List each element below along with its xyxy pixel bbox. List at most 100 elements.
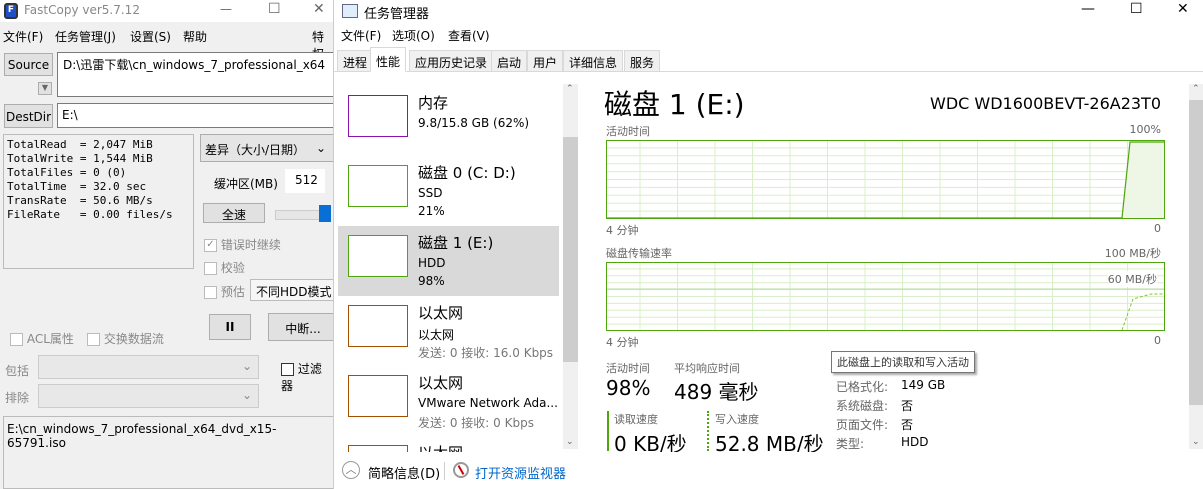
streams-checkbox[interactable]: 交换数据流: [87, 330, 164, 347]
list-scrollbar[interactable]: ⌃ ⌄: [563, 84, 578, 449]
menu-options[interactable]: 选项(O): [392, 27, 435, 44]
menu-file[interactable]: 文件(F): [3, 28, 43, 45]
disk-properties: 已格式化: 149 GB 系统磁盘: 否页面文件: 否类型: HDD: [836, 378, 996, 454]
resource-item[interactable]: 内存 9.8/15.8 GB (62%): [338, 86, 559, 156]
detail-scrollbar-thumb[interactable]: [1189, 100, 1203, 405]
resource-thumbnail: [348, 95, 408, 137]
resource-list: 内存 9.8/15.8 GB (62%) 磁盘 0 (C: D:) SSD 21…: [334, 72, 579, 452]
acl-checkbox[interactable]: ACL属性: [10, 330, 74, 347]
exclude-input[interactable]: ⌄: [38, 384, 259, 408]
chevron-up-icon[interactable]: ︿: [342, 461, 360, 479]
include-label: 包括: [5, 364, 30, 378]
resource-sub1: 9.8/15.8 GB (62%): [418, 116, 530, 130]
resource-sub2: 发送: 0 接收: 0 Kbps: [418, 416, 534, 430]
resource-item[interactable]: 磁盘 1 (E:) HDD 98%: [338, 226, 559, 296]
resource-name: 磁盘 1 (E:): [418, 234, 494, 252]
property-label: 系统磁盘:: [836, 399, 889, 413]
disk-title: 磁盘 1 (E:): [604, 88, 745, 121]
speed-fullspeed-button[interactable]: 全速: [203, 203, 265, 223]
hdd-mode-select[interactable]: 不同HDD模式: [250, 279, 333, 301]
fewer-details-link[interactable]: 简略信息(D): [368, 463, 440, 482]
detail-scrollbar[interactable]: ⌃ ⌄: [1189, 84, 1203, 449]
resource-monitor-icon: [453, 462, 469, 478]
open-resource-monitor-link[interactable]: 打开资源监视器: [475, 463, 566, 482]
scroll-up-icon[interactable]: ⌃: [566, 84, 574, 94]
chart1-label: 活动时间: [606, 125, 650, 138]
property-value: 149 GB: [901, 378, 946, 392]
write-speed-indicator: [707, 411, 709, 451]
maximize-button[interactable]: ☐: [1130, 1, 1143, 17]
transfer-rate-chart: [606, 262, 1165, 331]
continue-on-error-checkbox[interactable]: ✓ 错误时继续: [204, 236, 281, 253]
resource-item[interactable]: 以太网: [338, 436, 559, 452]
property-value: HDD: [901, 435, 929, 449]
menu-jobs[interactable]: 任务管理(J): [55, 28, 116, 45]
chevron-down-icon: ⌄: [241, 359, 252, 373]
abort-button[interactable]: 中断...: [268, 313, 333, 341]
log-area: E:\cn_windows_7_professional_x64_dvd_x15…: [3, 416, 333, 489]
destdir-input[interactable]: E:\: [57, 103, 333, 128]
source-dropdown-icon[interactable]: ▼: [38, 82, 52, 95]
acl-label: ACL属性: [26, 332, 74, 346]
tab-performance[interactable]: 性能: [370, 47, 407, 72]
property-row: 页面文件: 否: [836, 416, 996, 435]
filter-checkbox[interactable]: 过滤器: [281, 360, 333, 394]
minimize-button[interactable]: —: [1081, 1, 1095, 17]
menu-file[interactable]: 文件(F): [341, 27, 381, 44]
tab-processes[interactable]: 进程: [337, 50, 374, 72]
mode-value: 差异（大小/日期）: [205, 143, 306, 157]
tab-services[interactable]: 服务: [624, 50, 661, 72]
resource-sub2: 21%: [418, 204, 445, 218]
resource-thumbnail: [348, 445, 408, 452]
resource-item[interactable]: 以太网 VMware Network Ada... 发送: 0 接收: 0 Kb…: [338, 366, 559, 436]
tab-app-history[interactable]: 应用历史记录: [409, 50, 494, 72]
active-time-label: 活动时间: [606, 362, 650, 375]
pause-button[interactable]: II: [209, 314, 251, 340]
resource-thumbnail: [348, 235, 408, 277]
minimize-button[interactable]: —: [220, 2, 232, 16]
resource-item[interactable]: 以太网 以太网 发送: 0 接收: 16.0 Kbps: [338, 296, 559, 366]
read-speed-indicator: [607, 411, 609, 451]
source-button[interactable]: Source: [4, 53, 53, 76]
scroll-down-icon[interactable]: ⌄: [1192, 437, 1200, 447]
chart2-max: 100 MB/秒: [1104, 247, 1161, 260]
tab-users[interactable]: 用户: [527, 50, 564, 72]
tab-details[interactable]: 详细信息: [563, 50, 624, 72]
fastcopy-window: F FastCopy ver5.7.12 — ☐ ✕ 文件(F) 任务管理(J)…: [0, 0, 333, 489]
active-time-chart: [606, 140, 1165, 219]
buffer-input[interactable]: 512: [285, 169, 325, 193]
resource-sub1: HDD: [418, 256, 446, 270]
resource-item[interactable]: 磁盘 0 (C: D:) SSD 21%: [338, 156, 559, 226]
resource-name: 以太网: [418, 442, 463, 452]
streams-label: 交换数据流: [103, 332, 164, 346]
menu-help[interactable]: 帮助: [183, 28, 207, 45]
scroll-down-icon[interactable]: ⌄: [566, 437, 574, 447]
buffer-label: 缓冲区(MB): [214, 177, 278, 191]
response-time-value: 489 毫秒: [674, 380, 759, 404]
mode-select[interactable]: 差异（大小/日期） ⌄: [200, 134, 333, 162]
list-scrollbar-thumb[interactable]: [563, 137, 578, 362]
speed-slider-thumb[interactable]: [319, 205, 331, 222]
property-row: 系统磁盘: 否: [836, 397, 996, 416]
continue-on-error-label: 错误时继续: [220, 238, 281, 252]
scroll-up-icon[interactable]: ⌃: [1192, 84, 1200, 94]
destdir-button[interactable]: DestDir: [4, 104, 53, 128]
resource-thumbnail: [348, 375, 408, 417]
tab-startup[interactable]: 启动: [491, 50, 528, 72]
tooltip: 此磁盘上的读取和写入活动: [831, 351, 975, 373]
close-button[interactable]: ✕: [1177, 1, 1189, 17]
verify-checkbox[interactable]: 校验: [204, 259, 245, 276]
source-input[interactable]: D:\迅雷下载\cn_windows_7_professional_x64: [57, 52, 333, 97]
estimate-checkbox[interactable]: 预估: [204, 283, 245, 300]
stat-file-rate: FileRate = 0.00 files/s: [7, 208, 173, 221]
footer-divider: [444, 462, 445, 480]
close-button[interactable]: ✕: [313, 1, 325, 17]
menu-view[interactable]: 查看(V): [448, 27, 490, 44]
resource-name: 磁盘 0 (C: D:): [418, 164, 516, 182]
menu-settings[interactable]: 设置(S): [130, 28, 171, 45]
include-input[interactable]: ⌄: [38, 355, 259, 379]
maximize-button[interactable]: ☐: [268, 1, 281, 17]
exclude-label: 排除: [5, 391, 30, 405]
stat-total-write: TotalWrite = 1,544 MiB: [7, 152, 153, 165]
stat-total-read: TotalRead = 2,047 MiB: [7, 138, 153, 151]
